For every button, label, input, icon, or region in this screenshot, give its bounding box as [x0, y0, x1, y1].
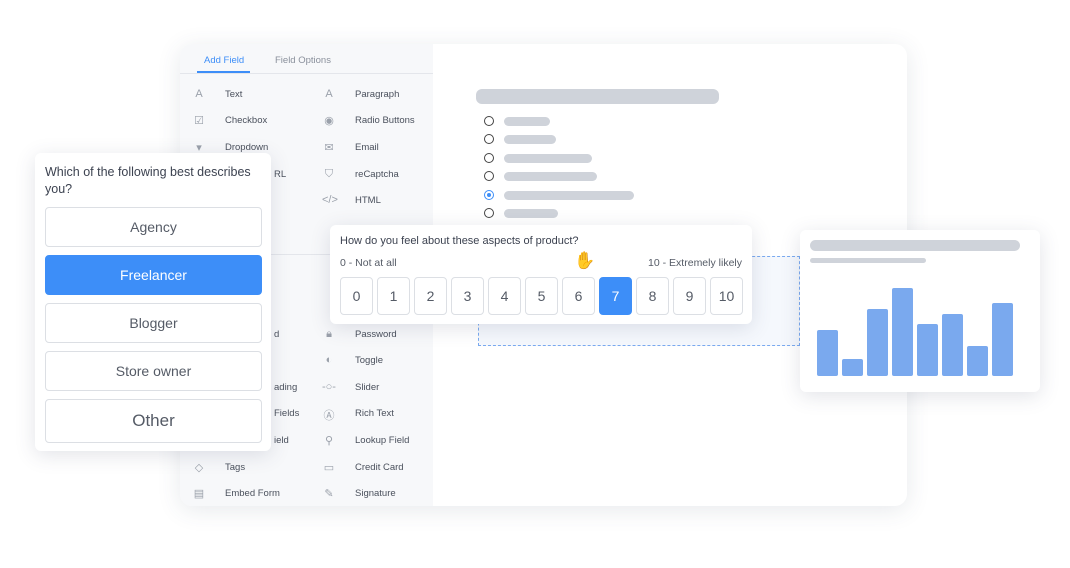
rating-option[interactable]: 4	[488, 277, 521, 315]
code-icon: </>	[322, 194, 338, 206]
option-button[interactable]: Other	[45, 399, 262, 443]
preview-title-placeholder	[476, 89, 719, 104]
checkbox-icon: ☑	[194, 115, 204, 127]
lock-icon: 🔒︎	[326, 328, 332, 340]
option-placeholder	[504, 135, 556, 145]
divider	[180, 73, 433, 74]
credit-card-icon: ▭	[323, 462, 335, 474]
field-item[interactable]: Lookup Field	[355, 435, 409, 446]
radio-button[interactable]	[484, 171, 494, 182]
tab-field-options[interactable]: Field Options	[275, 55, 331, 66]
search-icon: ⚲	[324, 435, 334, 447]
option-placeholder	[504, 190, 634, 200]
chart-bar	[892, 288, 913, 376]
question-card: Which of the following best describes yo…	[35, 153, 271, 451]
document-icon: ▤	[193, 488, 205, 500]
field-item[interactable]: d	[274, 329, 279, 340]
radio-button[interactable]	[484, 208, 494, 218]
email-icon: ✉	[324, 142, 334, 154]
toggle-icon: ◐	[325, 354, 333, 366]
max-label: 10 - Extremely likely	[648, 257, 742, 269]
paragraph-icon: A	[325, 88, 333, 100]
hand-cursor-icon: ✋	[574, 251, 596, 270]
rating-option[interactable]: 5	[525, 277, 558, 315]
field-item[interactable]: Slider	[355, 382, 379, 393]
chart-bar	[867, 309, 888, 376]
field-item[interactable]: reCaptcha	[355, 169, 399, 180]
chart-bar	[842, 359, 863, 376]
field-item[interactable]: Fields	[274, 408, 299, 419]
rich-text-icon: Ⓐ	[323, 410, 335, 422]
radio-button[interactable]	[484, 116, 494, 126]
rating-option[interactable]: 3	[451, 277, 484, 315]
field-item[interactable]: Checkbox	[225, 115, 267, 126]
shield-icon: ⛉	[324, 168, 334, 180]
field-item[interactable]: HTML	[355, 195, 381, 206]
field-item[interactable]: Radio Buttons	[355, 115, 415, 126]
rating-option[interactable]: 6	[562, 277, 595, 315]
option-button[interactable]: Freelancer	[45, 255, 262, 295]
chart-title-placeholder	[810, 240, 1020, 251]
pen-icon: ✎	[324, 488, 334, 500]
option-placeholder	[504, 153, 592, 163]
option-placeholder	[504, 209, 558, 218]
chart-bar	[817, 330, 838, 376]
tab-add-field[interactable]: Add Field	[204, 55, 244, 66]
option-placeholder	[504, 172, 597, 182]
rating-option[interactable]: 7	[599, 277, 632, 315]
field-item[interactable]: Dropdown	[225, 142, 268, 153]
field-item[interactable]: Rich Text	[355, 408, 394, 419]
field-item[interactable]: ading	[274, 382, 297, 393]
radio-button[interactable]	[484, 189, 494, 200]
field-item[interactable]: Toggle	[355, 355, 383, 366]
field-item[interactable]: Paragraph	[355, 89, 399, 100]
tag-icon: ◇	[194, 462, 204, 474]
option-button[interactable]: Store owner	[45, 351, 262, 391]
slider-icon: -○-	[322, 381, 336, 393]
text-icon: A	[195, 88, 203, 100]
field-item[interactable]: Credit Card	[355, 462, 404, 473]
option-button[interactable]: Blogger	[45, 303, 262, 343]
chart-bar	[942, 314, 963, 376]
question-title: Which of the following best describes yo…	[45, 165, 251, 196]
field-item[interactable]: Signature	[355, 488, 396, 499]
chart-card	[800, 230, 1040, 392]
chart-bar	[992, 303, 1013, 376]
rating-option[interactable]: 10	[710, 277, 743, 315]
field-item[interactable]: Text	[225, 89, 242, 100]
field-item[interactable]: ield	[274, 435, 289, 446]
field-item[interactable]: Password	[355, 329, 397, 340]
field-item[interactable]: Tags	[225, 462, 245, 473]
rating-option[interactable]: 8	[636, 277, 669, 315]
chart-subtitle-placeholder	[810, 258, 926, 263]
chart-bar	[967, 346, 988, 376]
radio-button[interactable]	[484, 152, 494, 163]
field-item[interactable]: Email	[355, 142, 379, 153]
rating-option[interactable]: 2	[414, 277, 447, 315]
rating-option[interactable]: 9	[673, 277, 706, 315]
rating-option[interactable]: 0	[340, 277, 373, 315]
field-item[interactable]: RL	[274, 169, 286, 180]
radio-icon: ◉	[324, 115, 334, 127]
option-button[interactable]: Agency	[45, 207, 262, 247]
min-label: 0 - Not at all	[340, 257, 397, 269]
rating-question: How do you feel about these aspects of p…	[340, 235, 579, 247]
field-item[interactable]: Embed Form	[225, 488, 280, 499]
rating-option[interactable]: 1	[377, 277, 410, 315]
radio-button[interactable]	[484, 134, 494, 145]
rating-card: How do you feel about these aspects of p…	[330, 225, 752, 324]
chart-bar	[917, 324, 938, 376]
option-placeholder	[504, 117, 550, 126]
